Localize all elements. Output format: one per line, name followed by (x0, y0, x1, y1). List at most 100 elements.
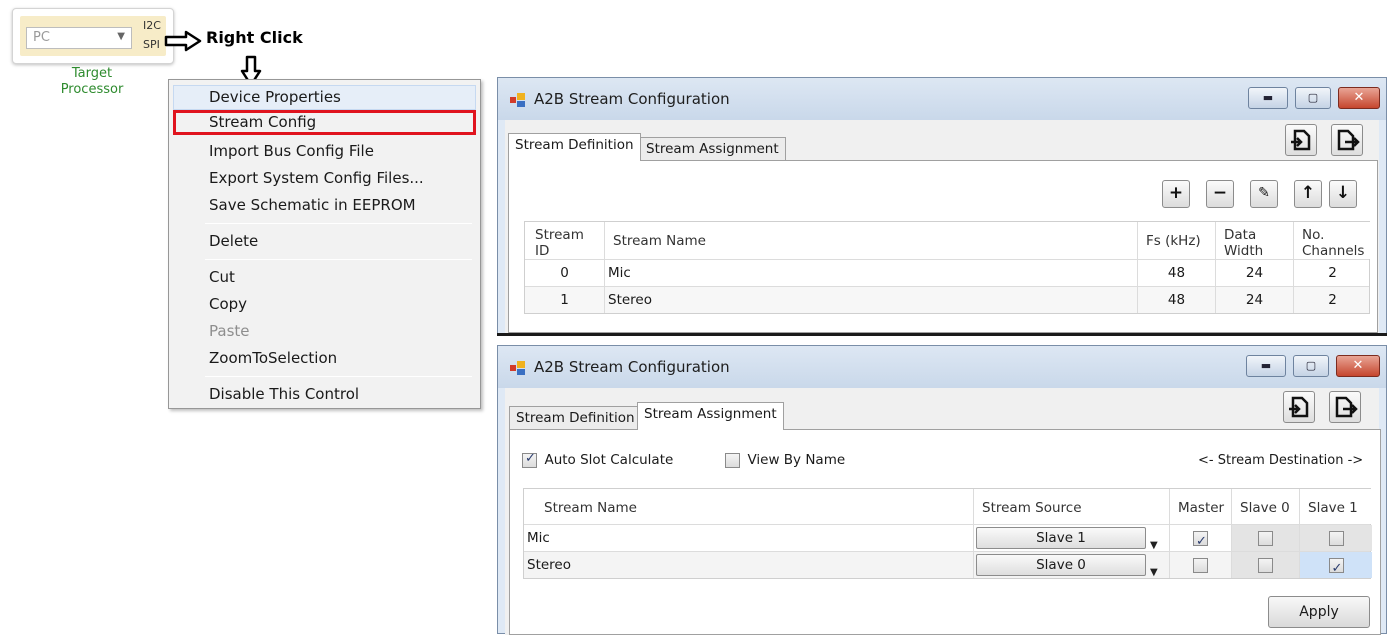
column-header-channels[interactable]: No. Channels (1294, 222, 1371, 259)
table-row[interactable]: 0 Mic 48 24 2 (525, 259, 1369, 286)
move-down-button[interactable]: ↓ (1329, 180, 1357, 208)
tab-stream-definition[interactable]: Stream Definition (508, 133, 641, 161)
stream-source-dropdown[interactable]: Slave 1 (976, 527, 1146, 549)
processor-panel: PC ▼ I2C SPI (20, 16, 166, 56)
master-checkbox[interactable] (1193, 557, 1208, 573)
menu-item-disable-control[interactable]: Disable This Control (173, 382, 476, 407)
maximize-icon: ▢ (1305, 359, 1317, 372)
menu-item-copy[interactable]: Copy (173, 292, 476, 317)
import-button[interactable] (1285, 124, 1317, 156)
header-text: Data Width (1224, 227, 1264, 259)
column-header-slave0[interactable]: Slave 0 (1232, 489, 1300, 524)
stream-source-dropdown[interactable]: Slave 0 (976, 554, 1146, 576)
cell-data-width: 24 (1216, 260, 1294, 286)
table-row[interactable]: Mic Slave 1 ▼ (524, 524, 1372, 551)
header-text: Master (1178, 500, 1225, 516)
edit-stream-button[interactable]: ✎ (1250, 180, 1278, 208)
stream-assignment-grid: Stream Name Stream Source Master Slave 0… (523, 488, 1372, 579)
tab-panel-assignment: Auto Slot Calculate View By Name <- Stre… (509, 429, 1381, 635)
slave1-checkbox[interactable] (1328, 530, 1344, 546)
import-file-icon (1289, 396, 1309, 418)
tab-stream-assignment[interactable]: Stream Assignment (637, 402, 784, 430)
cell-stream-name: Mic (605, 260, 1138, 286)
cell-slave1[interactable] (1300, 552, 1372, 578)
context-menu: Device Properties Stream Config Import B… (168, 79, 481, 409)
stream-config-window-assignment: A2B Stream Configuration ▬ ▢ ✕ Stream De… (497, 345, 1387, 635)
right-click-annotation: Right Click (206, 28, 303, 47)
cell-master[interactable] (1170, 525, 1232, 551)
column-header-stream-name[interactable]: Stream Name (524, 489, 974, 524)
column-header-stream-id[interactable]: Stream ID (525, 222, 605, 259)
add-stream-button[interactable]: + (1162, 180, 1190, 208)
minimize-button[interactable]: ▬ (1246, 355, 1286, 377)
menu-item-zoom-to-selection[interactable]: ZoomToSelection (173, 346, 476, 371)
column-header-slave1[interactable]: Slave 1 (1300, 489, 1372, 524)
export-file-icon (1337, 129, 1360, 151)
close-icon: ✕ (1352, 358, 1364, 373)
cell-channels: 2 (1328, 292, 1337, 308)
cell-slave1[interactable] (1300, 525, 1372, 551)
import-button[interactable] (1283, 391, 1315, 423)
menu-separator (205, 376, 472, 377)
chevron-down-icon[interactable]: ▼ (1150, 560, 1158, 578)
minimize-button[interactable]: ▬ (1248, 87, 1288, 109)
cell-master[interactable] (1170, 552, 1232, 578)
tab-stream-definition[interactable]: Stream Definition (509, 406, 642, 431)
cell-stream-id: 1 (525, 287, 605, 313)
cell-slave0[interactable] (1232, 525, 1300, 551)
arrow-down-small-icon: ↓ (1335, 183, 1351, 203)
auto-slot-checkbox[interactable]: Auto Slot Calculate (522, 451, 673, 468)
cell-stream-id: 0 (525, 260, 605, 286)
menu-separator (205, 259, 472, 260)
cell-stream-source[interactable]: Slave 1 ▼ (974, 525, 1170, 551)
app-icon (510, 93, 525, 107)
cell-data-width: 24 (1216, 287, 1294, 313)
table-row[interactable]: Stereo Slave 0 ▼ (524, 551, 1372, 578)
column-header-fs[interactable]: Fs (kHz) (1138, 222, 1216, 259)
plus-icon: + (1168, 183, 1184, 203)
menu-item-import-bus-config[interactable]: Import Bus Config File (173, 139, 476, 164)
target-processor-block[interactable]: PC ▼ I2C SPI (12, 8, 174, 64)
minimize-icon: ▬ (1262, 91, 1274, 104)
header-text: Fs (kHz) (1146, 233, 1201, 249)
move-up-button[interactable]: ↑ (1294, 180, 1322, 208)
header-text: Stream Name (544, 500, 637, 516)
menu-item-stream-config[interactable]: Stream Config (173, 110, 476, 135)
apply-button[interactable]: Apply (1268, 596, 1370, 628)
checkbox-unchecked[interactable] (725, 452, 740, 468)
remove-stream-button[interactable]: − (1206, 180, 1234, 208)
master-checkbox[interactable] (1193, 529, 1208, 551)
export-button[interactable] (1331, 124, 1363, 156)
stream-config-window-definition: A2B Stream Configuration ▬ ▢ ✕ Stream De… (497, 77, 1387, 334)
slave0-checkbox[interactable] (1258, 557, 1273, 573)
cell-stream-source[interactable]: Slave 0 ▼ (974, 552, 1170, 578)
table-row[interactable]: 1 Stereo 48 24 2 (525, 286, 1369, 313)
minus-icon: − (1212, 183, 1228, 203)
close-button[interactable]: ✕ (1338, 87, 1380, 109)
app-icon (510, 361, 525, 375)
view-by-name-checkbox[interactable]: View By Name (725, 452, 845, 468)
menu-item-delete[interactable]: Delete (173, 229, 476, 254)
maximize-button[interactable]: ▢ (1293, 355, 1329, 377)
column-header-stream-source[interactable]: Stream Source (974, 489, 1170, 524)
tab-stream-assignment[interactable]: Stream Assignment (639, 137, 786, 162)
i2c-tag: I2C (143, 19, 161, 32)
cell-slave0[interactable] (1232, 552, 1300, 578)
export-button[interactable] (1329, 391, 1361, 423)
slave0-checkbox[interactable] (1258, 530, 1273, 546)
close-button[interactable]: ✕ (1336, 355, 1380, 377)
column-header-stream-name[interactable]: Stream Name (605, 222, 1138, 259)
column-header-master[interactable]: Master (1170, 489, 1232, 524)
checkbox-checked[interactable] (522, 451, 537, 468)
menu-item-save-schematic[interactable]: Save Schematic in EEPROM (173, 193, 476, 218)
menu-separator (205, 223, 472, 224)
menu-item-cut[interactable]: Cut (173, 265, 476, 290)
chevron-down-icon[interactable]: ▼ (1150, 533, 1158, 551)
menu-item-device-properties[interactable]: Device Properties (173, 85, 476, 110)
maximize-button[interactable]: ▢ (1295, 87, 1331, 109)
column-header-data-width[interactable]: Data Width (1216, 222, 1294, 259)
window-client: Stream Definition Stream Assignment Auto… (505, 388, 1381, 635)
processor-combo[interactable]: PC ▼ (26, 27, 132, 49)
menu-item-export-system-config[interactable]: Export System Config Files... (173, 166, 476, 191)
slave1-checkbox[interactable] (1328, 556, 1344, 578)
